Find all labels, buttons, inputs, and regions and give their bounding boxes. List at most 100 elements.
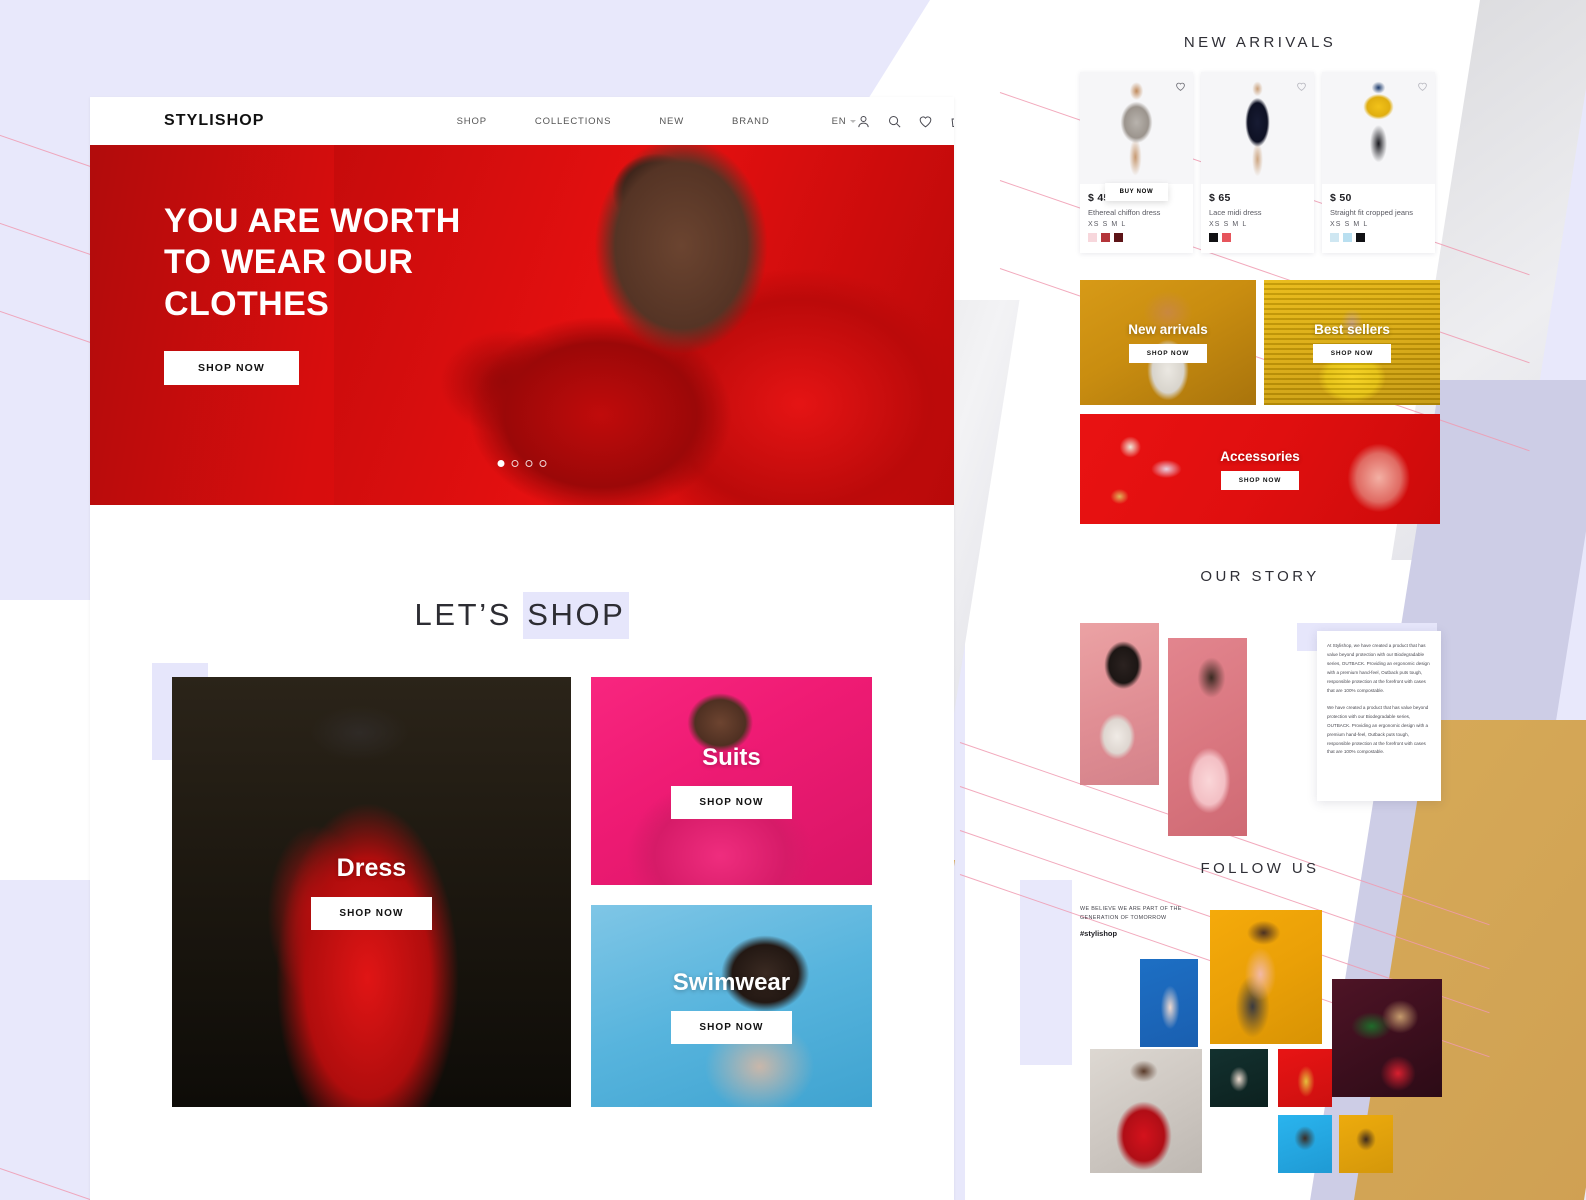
category-title-suits: Suits: [702, 743, 761, 771]
nav-item-brand[interactable]: BRAND: [708, 116, 794, 127]
hero-heading: YOU ARE WORTH TO WEAR OUR CLOTHES: [164, 201, 954, 325]
color-swatch[interactable]: [1101, 233, 1110, 242]
color-swatch[interactable]: [1330, 233, 1339, 242]
banner-title: New arrivals: [1128, 322, 1208, 337]
product-info: $ 65 Lace midi dress XS S M L: [1201, 184, 1314, 253]
suits-overlay: Suits SHOP NOW: [591, 677, 872, 885]
follow-us-hashtag[interactable]: #stylishop: [1080, 929, 1117, 938]
carousel-dot-2[interactable]: [511, 460, 519, 467]
suits-shop-now-button[interactable]: SHOP NOW: [671, 785, 792, 819]
product-thumbnail: [1322, 72, 1435, 184]
site-header: STYLISHOP SHOP COLLECTIONS NEW BRAND EN: [90, 97, 954, 145]
brand-logo[interactable]: STYLISHOP: [164, 112, 265, 130]
category-column-right: Suits SHOP NOW Swimwear SHOP NOW: [590, 677, 872, 1107]
swimwear-shop-now-button[interactable]: SHOP NOW: [671, 1010, 792, 1044]
product-thumbnail: [1080, 72, 1193, 184]
dress-shop-now-button[interactable]: SHOP NOW: [311, 897, 432, 930]
main-navigation: SHOP COLLECTIONS NEW BRAND EN: [433, 116, 857, 127]
gallery-photo[interactable]: [1332, 979, 1442, 1097]
product-card[interactable]: $ 50 Straight fit cropped jeans XS S M L: [1322, 72, 1435, 253]
hero-banner: YOU ARE WORTH TO WEAR OUR CLOTHES SHOP N…: [90, 145, 954, 505]
color-swatch[interactable]: [1343, 233, 1352, 242]
new-arrivals-section: NEW ARRIVALS BUY NOW $ 45 Ethereal chiff…: [1035, 0, 1485, 253]
lets-shop-section: LET’S SHOP: [90, 505, 954, 639]
banner-best-sellers[interactable]: Best sellers SHOP NOW: [1264, 280, 1440, 405]
carousel-dot-1[interactable]: [497, 460, 505, 467]
follow-us-section: FOLLOW US WE BELIEVE WE ARE PART OF THE …: [1035, 860, 1485, 1173]
product-price: $ 50: [1330, 192, 1352, 204]
hero-shop-now-button[interactable]: SHOP NOW: [164, 351, 299, 386]
banner-new-arrivals[interactable]: New arrivals SHOP NOW: [1080, 280, 1256, 405]
nav-item-new[interactable]: NEW: [635, 116, 708, 127]
favorite-heart-icon[interactable]: [1296, 79, 1307, 97]
color-swatch[interactable]: [1209, 233, 1218, 242]
story-text-card: At Stylishop, we have created a product …: [1317, 631, 1441, 801]
language-label: EN: [831, 115, 847, 127]
favorite-heart-icon[interactable]: [1417, 79, 1428, 97]
language-selector[interactable]: EN: [794, 116, 857, 127]
carousel-dot-4[interactable]: [539, 460, 547, 467]
heart-icon[interactable]: [918, 114, 933, 129]
nav-item-shop[interactable]: SHOP: [433, 116, 511, 127]
story-photo-2: [1168, 638, 1247, 836]
product-swatches: [1330, 233, 1427, 242]
product-swatches: [1209, 233, 1306, 242]
nav-item-collections[interactable]: COLLECTIONS: [511, 116, 635, 127]
banner-overlay: Accessories SHOP NOW: [1080, 414, 1440, 524]
our-story-title: OUR STORY: [1200, 568, 1320, 585]
banner-accessories[interactable]: Accessories SHOP NOW: [1080, 414, 1440, 524]
product-card[interactable]: $ 65 Lace midi dress XS S M L: [1201, 72, 1314, 253]
story-photo-1: [1080, 623, 1159, 785]
buy-now-button[interactable]: BUY NOW: [1104, 183, 1169, 201]
dress-overlay: Dress SHOP NOW: [172, 677, 571, 1107]
header-actions: [856, 114, 954, 129]
color-swatch[interactable]: [1222, 233, 1231, 242]
banner-overlay: New arrivals SHOP NOW: [1080, 280, 1256, 405]
hero-line-2: TO WEAR OUR: [164, 243, 414, 282]
gallery-photo[interactable]: [1339, 1115, 1393, 1173]
our-story-section: OUR STORY At Stylishop, we have created …: [1035, 568, 1485, 836]
category-card-suits[interactable]: Suits SHOP NOW: [590, 677, 872, 885]
carousel-dot-3[interactable]: [525, 460, 533, 467]
right-panel: NEW ARRIVALS BUY NOW $ 45 Ethereal chiff…: [1035, 0, 1485, 1200]
promo-banners: New arrivals SHOP NOW Best sellers SHOP …: [1035, 280, 1485, 524]
user-icon[interactable]: [856, 114, 871, 129]
product-name: Ethereal chiffon dress: [1088, 208, 1161, 217]
gallery-photo[interactable]: [1278, 1115, 1332, 1173]
category-card-swimwear[interactable]: Swimwear SHOP NOW: [590, 905, 872, 1107]
hero-line-1: YOU ARE WORTH: [164, 202, 461, 240]
banner-shop-now-button[interactable]: SHOP NOW: [1312, 344, 1392, 363]
gallery-photo[interactable]: [1278, 1049, 1332, 1107]
follow-us-caption: WE BELIEVE WE ARE PART OF THE GENERATION…: [1080, 906, 1182, 921]
swimwear-overlay: Swimwear SHOP NOW: [591, 905, 872, 1107]
product-info: $ 50 Straight fit cropped jeans XS S M L: [1322, 184, 1435, 253]
color-swatch[interactable]: [1114, 233, 1123, 242]
gallery-photo[interactable]: [1140, 959, 1198, 1047]
favorite-heart-icon[interactable]: [1175, 79, 1186, 97]
product-sizes[interactable]: XS S M L: [1088, 221, 1185, 228]
gallery-photo[interactable]: [1090, 1049, 1202, 1173]
search-icon[interactable]: [887, 114, 902, 129]
product-name: Straight fit cropped jeans: [1330, 208, 1413, 217]
product-price: $ 65: [1209, 192, 1231, 204]
category-card-dress[interactable]: Dress SHOP NOW: [172, 677, 571, 1107]
hero-content: YOU ARE WORTH TO WEAR OUR CLOTHES SHOP N…: [90, 145, 954, 386]
banner-shop-now-button[interactable]: SHOP NOW: [1128, 344, 1208, 363]
banner-title: Accessories: [1220, 448, 1300, 464]
product-sizes[interactable]: XS S M L: [1209, 221, 1306, 228]
product-card[interactable]: BUY NOW $ 45 Ethereal chiffon dress XS S…: [1080, 72, 1193, 253]
gallery-photo[interactable]: [1210, 910, 1322, 1044]
carousel-dots: [497, 460, 547, 467]
color-swatch[interactable]: [1088, 233, 1097, 242]
lets-shop-heading: LET’S SHOP: [415, 592, 630, 639]
follow-us-title: FOLLOW US: [1200, 860, 1320, 877]
product-sizes[interactable]: XS S M L: [1330, 221, 1427, 228]
bag-icon[interactable]: [949, 114, 954, 129]
product-thumbnail: [1201, 72, 1314, 184]
hero-line-3: CLOTHES: [164, 284, 330, 323]
gallery-photo[interactable]: [1210, 1049, 1268, 1107]
category-title-dress: Dress: [336, 854, 407, 882]
color-swatch[interactable]: [1356, 233, 1365, 242]
background-lavender-square-b: [0, 1055, 92, 1200]
banner-shop-now-button[interactable]: SHOP NOW: [1220, 470, 1300, 490]
